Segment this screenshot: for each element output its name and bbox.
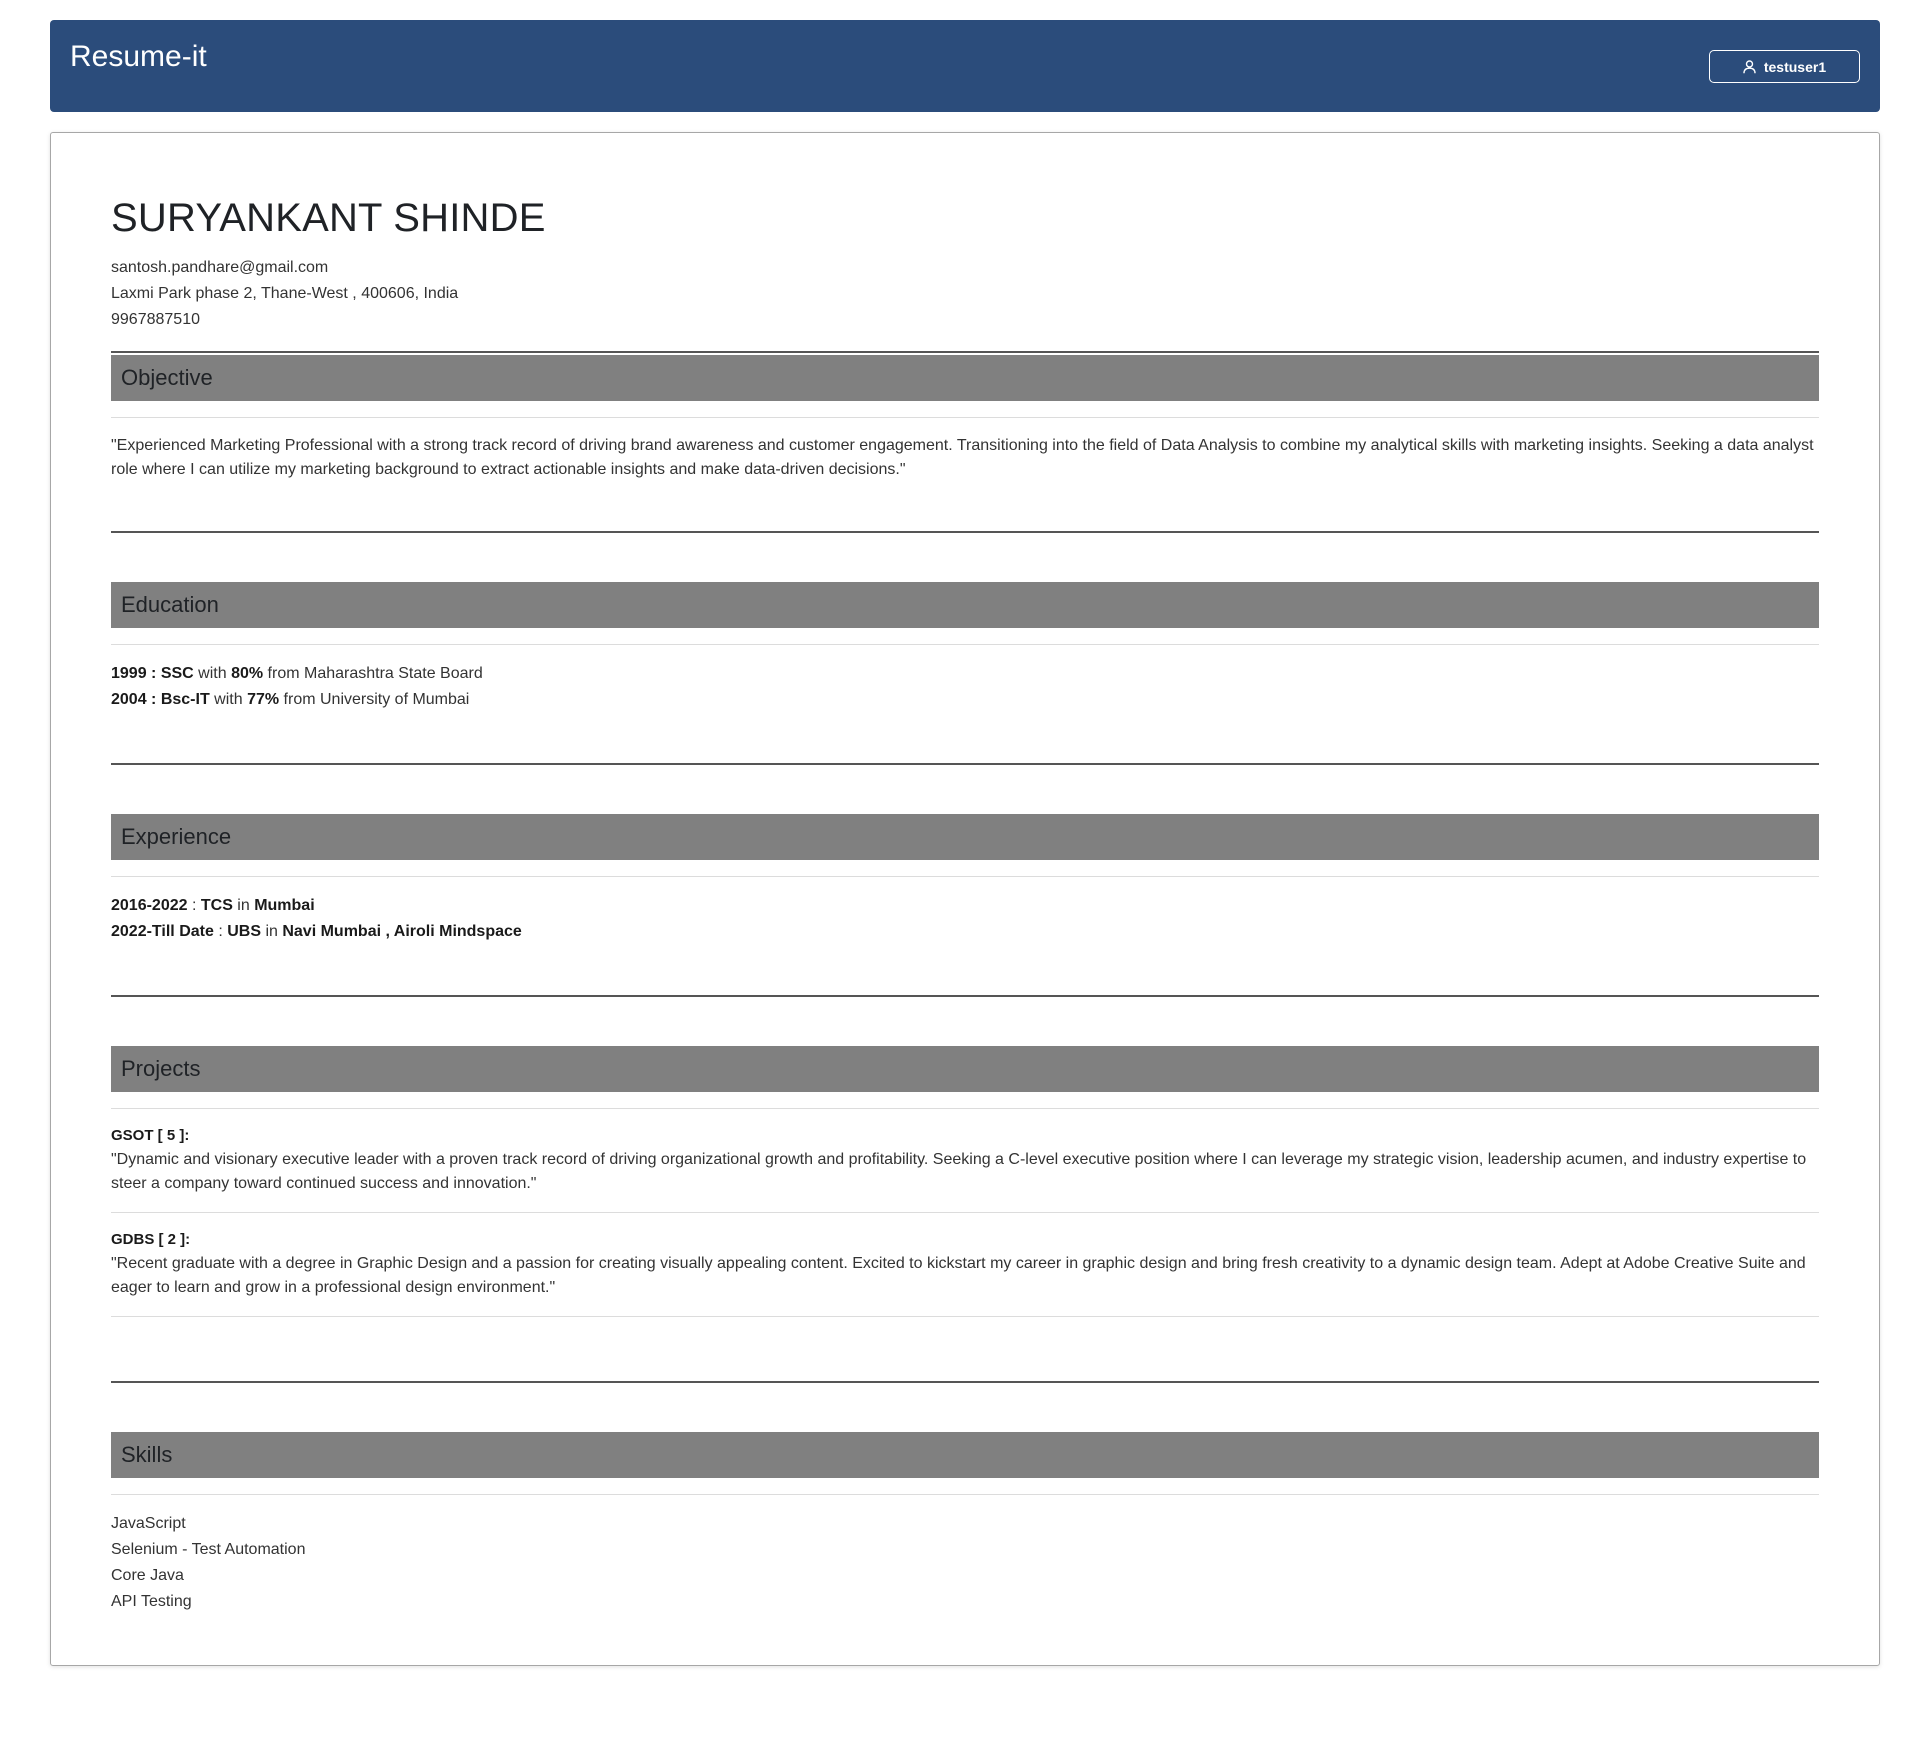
skill-item: JavaScript (111, 1515, 186, 1532)
project-description: "Dynamic and visionary executive leader … (111, 1151, 1807, 1192)
skill-item: API Testing (111, 1593, 192, 1610)
brand-link[interactable]: Resume-it (70, 40, 207, 74)
divider (111, 876, 1819, 877)
education-list: 1999 : SSC with 80% from Maharashtra Sta… (111, 661, 1819, 713)
divider (111, 644, 1819, 645)
phone-text: 9967887510 (111, 311, 200, 328)
education-item: 2004 : Bsc-IT with 77% from University o… (111, 691, 470, 708)
divider (111, 995, 1819, 997)
project-description: "Recent graduate with a degree in Graphi… (111, 1255, 1806, 1296)
address-text: Laxmi Park phase 2, Thane-West , 400606,… (111, 285, 459, 302)
experience-item: 2016-2022 : TCS in Mumbai (111, 897, 315, 914)
education-heading: Education (111, 582, 1819, 628)
skill-item: Core Java (111, 1567, 184, 1584)
divider (111, 1381, 1819, 1383)
username-label: testuser1 (1763, 58, 1827, 75)
objective-heading: Objective (111, 355, 1819, 401)
user-menu-button[interactable]: testuser1 (1709, 50, 1860, 83)
resume-content: SURYANKANT SHINDE santosh.pandhare@gmail… (111, 132, 1819, 1615)
divider (111, 1316, 1819, 1317)
skill-item: Selenium - Test Automation (111, 1541, 306, 1558)
divider (111, 1494, 1819, 1495)
education-item: 1999 : SSC with 80% from Maharashtra Sta… (111, 665, 483, 682)
skills-heading: Skills (111, 1432, 1819, 1478)
divider (111, 763, 1819, 765)
divider (111, 1108, 1819, 1109)
divider (111, 531, 1819, 533)
candidate-name: SURYANKANT SHINDE (111, 196, 546, 240)
project-title: GSOT [ 5 ]: (111, 1127, 190, 1144)
project-item: GSOT [ 5 ]: "Dynamic and visionary execu… (111, 1126, 1819, 1213)
projects-heading: Projects (111, 1046, 1819, 1092)
experience-list: 2016-2022 : TCS in Mumbai 2022-Till Date… (111, 893, 1819, 945)
divider (111, 351, 1819, 353)
experience-heading: Experience (111, 814, 1819, 860)
objective-text: "Experienced Marketing Professional with… (111, 437, 1814, 478)
project-title: GDBS [ 2 ]: (111, 1231, 191, 1248)
divider (111, 1212, 1819, 1213)
email-text: santosh.pandhare@gmail.com (111, 259, 329, 276)
top-navbar: Resume-it testuser1 (50, 20, 1880, 112)
divider (111, 417, 1819, 418)
skills-list: JavaScript Selenium - Test Automation Co… (111, 1511, 1819, 1615)
experience-item: 2022-Till Date : UBS in Navi Mumbai , Ai… (111, 923, 522, 940)
user-icon (1743, 59, 1756, 74)
project-item: GDBS [ 2 ]: "Recent graduate with a degr… (111, 1230, 1819, 1317)
